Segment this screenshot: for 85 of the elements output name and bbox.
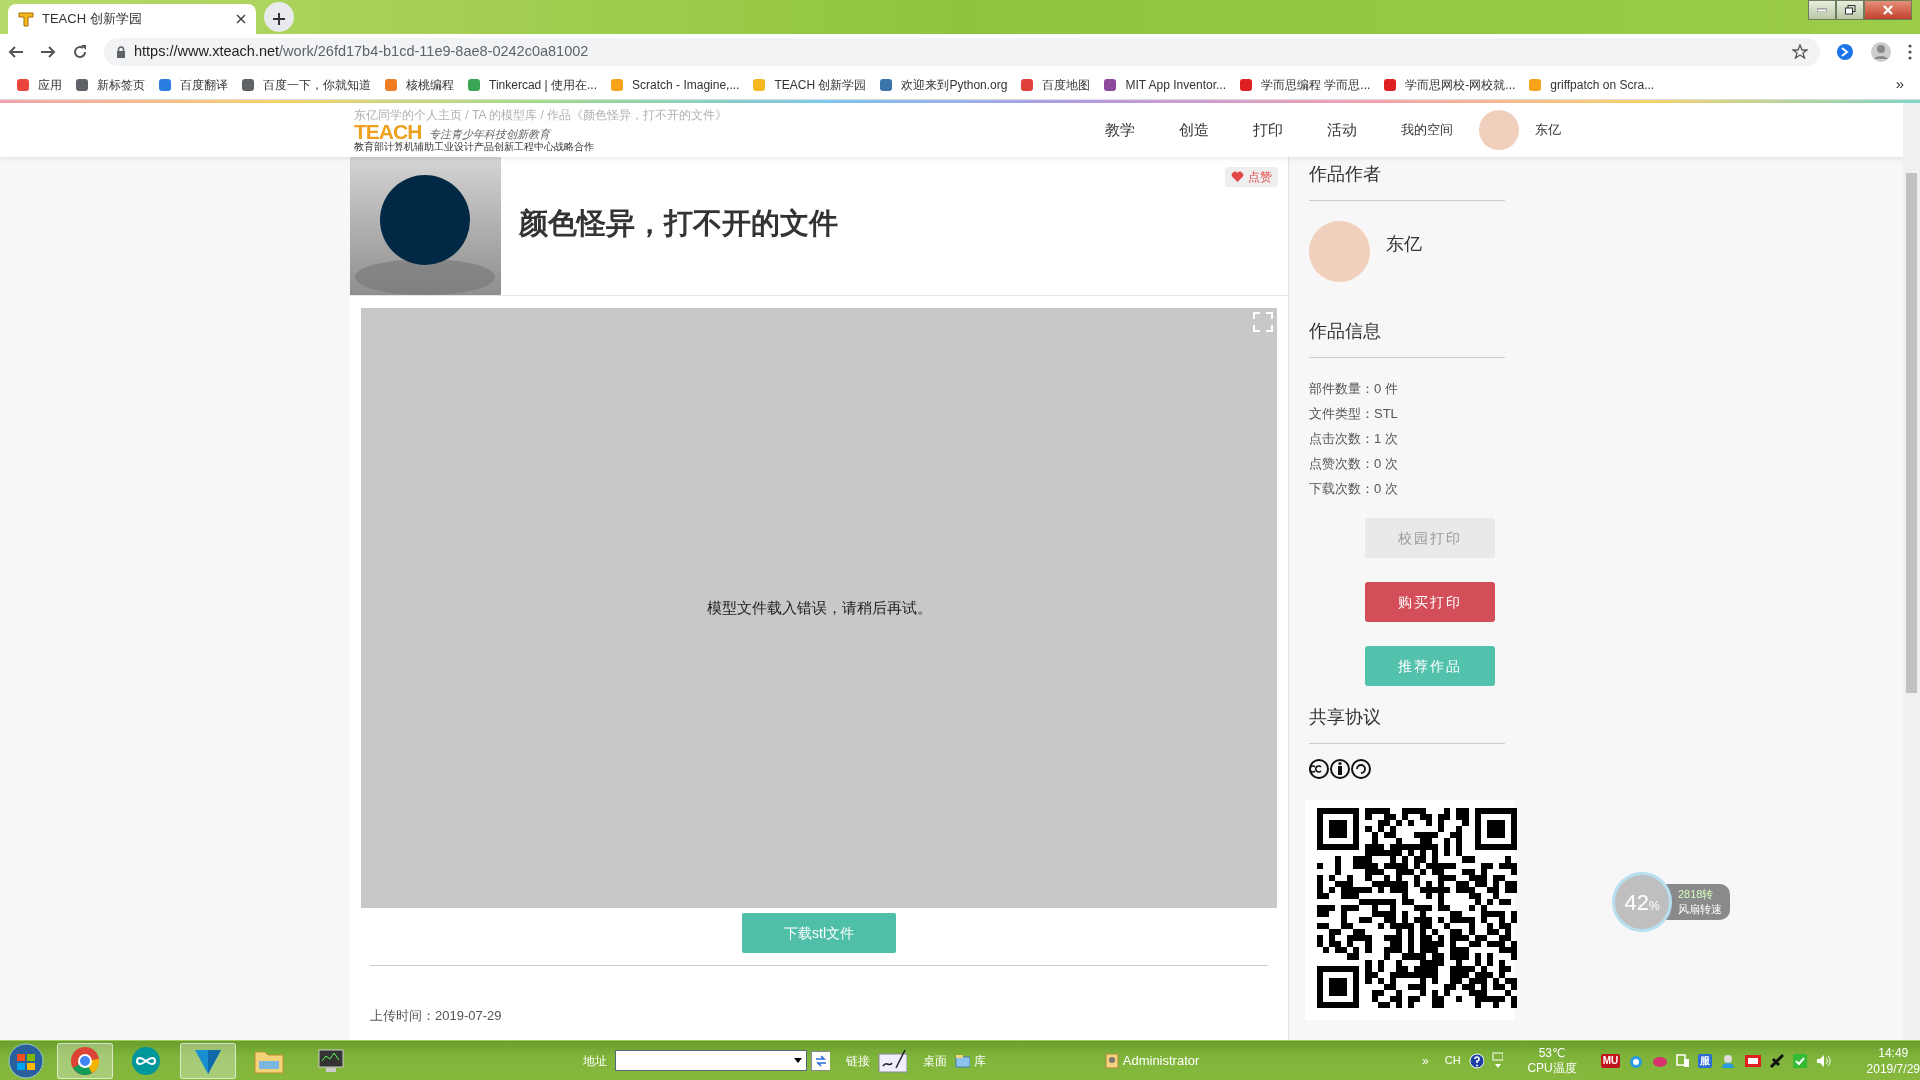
monitor-icon: [315, 1046, 346, 1075]
bookmarks-overflow[interactable]: »: [1895, 73, 1904, 96]
info-line: 文件类型：STL: [1309, 405, 1399, 423]
dropdown-arrow-icon[interactable]: [793, 1058, 802, 1063]
nav-link[interactable]: 教学: [1083, 118, 1157, 142]
bookmark[interactable]: 百度一下，你就知道: [241, 75, 371, 94]
partner-text: 教育部计算机辅助工业设计产品创新工程中心战略合作: [354, 142, 595, 152]
model-viewer[interactable]: 模型文件载入错误，请稍后再试。: [361, 308, 1277, 908]
back-icon[interactable]: [8, 44, 24, 60]
star-icon[interactable]: [1792, 44, 1808, 60]
bookmark[interactable]: 百度翻译: [158, 75, 228, 94]
chrome-icon: [70, 1045, 100, 1076]
section-heading: 作品作者: [1309, 163, 1382, 186]
bookmark[interactable]: griffpatch on Scra...: [1528, 75, 1655, 94]
address-bar[interactable]: https://www.xteach.net/work/26fd17b4-b1cd-11e9-8ae8-0242c0a81002: [104, 38, 1820, 66]
nav-link[interactable]: 创造: [1157, 118, 1231, 142]
extension-icon[interactable]: [1836, 43, 1854, 61]
address-label: 地址: [583, 1052, 608, 1070]
browser-tab[interactable]: TEACH 创新学园: [8, 4, 256, 34]
restore-icon: [1844, 5, 1856, 15]
fan-speed: 2818转: [1678, 887, 1715, 902]
infinity-icon: [131, 1045, 162, 1076]
upload-time: 上传时间：2019-07-29: [370, 1008, 502, 1023]
restore-button[interactable]: [1836, 0, 1864, 20]
tab-favicon-icon: [18, 11, 34, 27]
window-icon[interactable]: [1491, 1051, 1504, 1070]
minimize-button[interactable]: [1808, 0, 1836, 20]
close-icon[interactable]: [236, 14, 246, 24]
info-line: 部件数量：0 件: [1309, 380, 1399, 398]
close-button[interactable]: [1864, 0, 1912, 20]
tray-icon[interactable]: [1743, 1052, 1761, 1069]
minimize-icon: [1817, 8, 1827, 12]
bookmark[interactable]: 核桃编程: [384, 75, 454, 94]
fan-percent: 42%: [1624, 888, 1660, 917]
taskbar-app[interactable]: [57, 1042, 113, 1079]
taskbar-app[interactable]: [180, 1042, 236, 1079]
desktop-label: 桌面: [922, 1052, 947, 1070]
bookmark[interactable]: TEACH 创新学园: [752, 75, 867, 94]
menu-icon[interactable]: [1908, 44, 1912, 60]
tray-icon[interactable]: [1768, 1052, 1784, 1069]
bookmark[interactable]: MIT App Inventor...: [1103, 75, 1226, 94]
info-line: 点赞次数：0 次: [1309, 455, 1399, 473]
tray-icon[interactable]: 服: [1698, 1053, 1713, 1068]
go-icon[interactable]: [810, 1050, 830, 1071]
reload-icon[interactable]: [72, 44, 88, 60]
section-heading: 作品信息: [1309, 320, 1382, 343]
address-field[interactable]: [615, 1050, 807, 1071]
start-button[interactable]: [6, 1042, 45, 1079]
links-label: 链接: [845, 1052, 870, 1070]
action-button[interactable]: 购买打印: [1365, 582, 1495, 622]
profile-icon[interactable]: [1870, 41, 1892, 63]
nav-link[interactable]: 打印: [1231, 118, 1305, 142]
user-icon: [1105, 1052, 1119, 1069]
forward-icon[interactable]: [40, 44, 56, 60]
bookmark[interactable]: 学而思编程 学而思...: [1238, 75, 1371, 94]
bookmark[interactable]: 应用: [16, 75, 62, 94]
help-icon[interactable]: [1468, 1052, 1484, 1069]
scrollbar[interactable]: [1903, 103, 1920, 1040]
bookmark[interactable]: 百度地图: [1020, 75, 1091, 94]
breadcrumb: 东亿同学的个人主页 / TA 的模型库 / 作品《颜色怪异，打不开的文件》: [354, 108, 728, 122]
nav-link[interactable]: 我的空间: [1379, 120, 1475, 140]
heart-icon: [1231, 171, 1244, 183]
bookmark[interactable]: Scratch - Imagine,...: [610, 75, 740, 94]
error-message: 模型文件载入错误，请稍后再试。: [706, 597, 932, 618]
fan-label: 风扇转速: [1678, 902, 1722, 917]
lock-icon: [116, 46, 126, 58]
info-line: 点击次数：1 次: [1309, 430, 1399, 448]
nav-link[interactable]: 活动: [1305, 118, 1379, 142]
signature-icon[interactable]: [877, 1047, 907, 1074]
author-name[interactable]: 东亿: [1386, 231, 1422, 258]
section-heading: 共享协议: [1309, 706, 1382, 729]
bookmark[interactable]: 学而思网校-网校就...: [1383, 75, 1516, 94]
plus-icon: [272, 11, 286, 26]
new-tab-button[interactable]: [264, 2, 294, 32]
close-icon: [1882, 5, 1894, 15]
info-line: 下载次数：0 次: [1309, 480, 1399, 498]
user-name[interactable]: 东亿: [1535, 120, 1561, 140]
bookmark[interactable]: 欢迎来到Python.org: [879, 75, 1008, 94]
bookmark[interactable]: Tinkercad | 使用在...: [467, 75, 598, 94]
bookmark[interactable]: 新标签页: [75, 75, 145, 94]
work-title: 颜色怪异，打不开的文件: [519, 206, 838, 241]
tray-icon[interactable]: MU: [1600, 1053, 1621, 1068]
logo-slogan: 专注青少年科技创新教育: [429, 126, 551, 141]
like-button[interactable]: 点赞: [1225, 167, 1278, 187]
license-icon[interactable]: [1309, 758, 1373, 780]
